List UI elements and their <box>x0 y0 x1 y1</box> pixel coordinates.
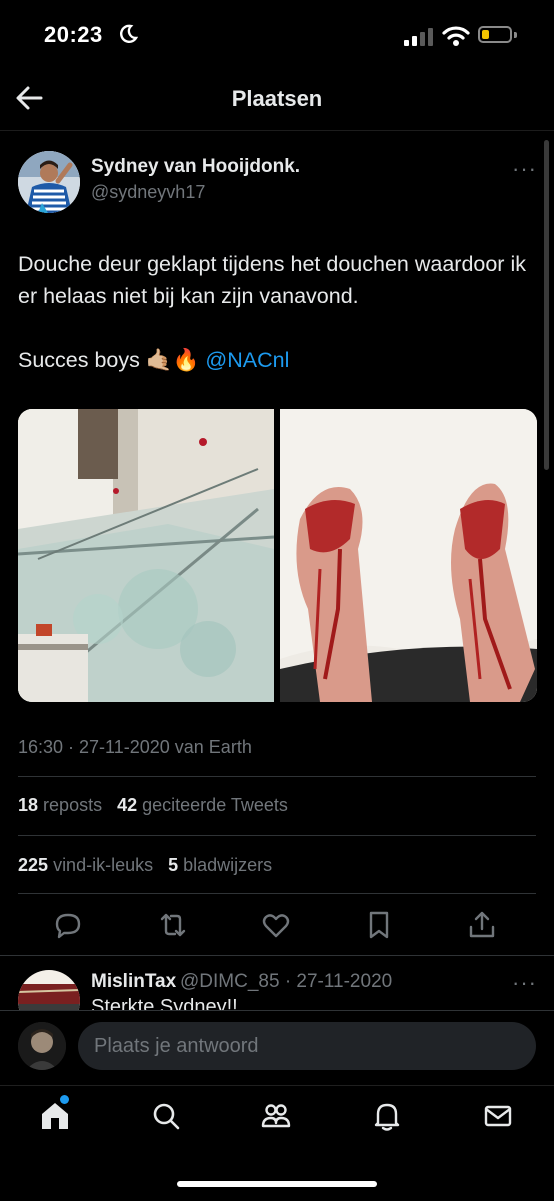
reposts-label: reposts <box>43 795 103 815</box>
emoji-text: 🤙🏼🔥 <box>145 348 200 372</box>
divider <box>0 955 554 956</box>
tweet-text-prefix: Succes boys <box>18 348 140 372</box>
mention-link[interactable]: @NACnl <box>205 348 289 372</box>
reply-author-name[interactable]: MislinTax <box>91 971 176 993</box>
notification-dot <box>60 1095 69 1104</box>
scrollbar[interactable] <box>544 140 549 470</box>
author-handle[interactable]: @sydneyvh17 <box>91 182 205 203</box>
notifications-bell-icon[interactable] <box>370 1099 404 1133</box>
page-title: Plaatsen <box>231 86 323 111</box>
tweet-photo-injured-feet[interactable] <box>280 409 537 702</box>
status-time: 20:23 <box>44 22 103 47</box>
search-icon[interactable] <box>149 1099 183 1133</box>
quotes-label: geciteerde Tweets <box>142 795 288 815</box>
likes-label: vind-ik-leuks <box>53 855 154 875</box>
reply-more-options-icon[interactable]: ··· <box>512 970 537 996</box>
wifi-icon <box>442 26 470 46</box>
messages-icon[interactable] <box>481 1099 515 1133</box>
home-indicator[interactable] <box>177 1181 377 1187</box>
bookmark-icon[interactable] <box>362 908 396 942</box>
divider <box>18 835 536 836</box>
communities-icon[interactable] <box>259 1099 293 1133</box>
divider <box>18 893 536 894</box>
more-options-icon[interactable]: ··· <box>512 156 537 182</box>
reposts-count: 18 <box>18 795 39 815</box>
tweet-timestamp[interactable]: 16:30 · 27-11-2020 van Earth <box>18 737 252 758</box>
bookmarks-label: bladwijzers <box>183 855 273 875</box>
bookmarks-count: 5 <box>168 855 179 875</box>
repost-stats[interactable]: 18 reposts 42 geciteerde Tweets <box>18 795 288 816</box>
quotes-count: 42 <box>117 795 138 815</box>
home-icon[interactable] <box>38 1099 72 1133</box>
divider <box>18 776 536 777</box>
reply-author-handle[interactable]: @DIMC_85 · 27-11-2020 <box>180 971 392 993</box>
repost-icon[interactable] <box>156 908 190 942</box>
battery-nub <box>514 32 517 38</box>
like-stats[interactable]: 225 vind-ik-leuks 5 bladwijzers <box>18 855 272 876</box>
like-icon[interactable] <box>259 908 293 942</box>
tweet-text: Douche deur geklapt tijdens het douchen … <box>18 248 538 376</box>
author-avatar[interactable] <box>18 151 80 213</box>
reply-icon[interactable] <box>51 908 85 942</box>
user-avatar[interactable] <box>18 1022 66 1070</box>
share-icon[interactable] <box>465 908 499 942</box>
likes-count: 225 <box>18 855 49 875</box>
header-divider <box>0 130 554 131</box>
tweet-text-line: Douche deur geklapt tijdens het douchen … <box>18 252 526 308</box>
tweet-text-line-2: Succes boys 🤙🏼🔥 @NACnl <box>18 344 538 376</box>
tweet-photo-shattered-glass[interactable] <box>18 409 274 702</box>
author-name[interactable]: Sydney van Hooijdonk. <box>91 156 300 178</box>
reply-input[interactable]: Plaats je antwoord <box>78 1022 536 1070</box>
moon-icon <box>120 24 138 43</box>
battery-icon <box>478 26 512 43</box>
signal-icon <box>404 28 433 46</box>
